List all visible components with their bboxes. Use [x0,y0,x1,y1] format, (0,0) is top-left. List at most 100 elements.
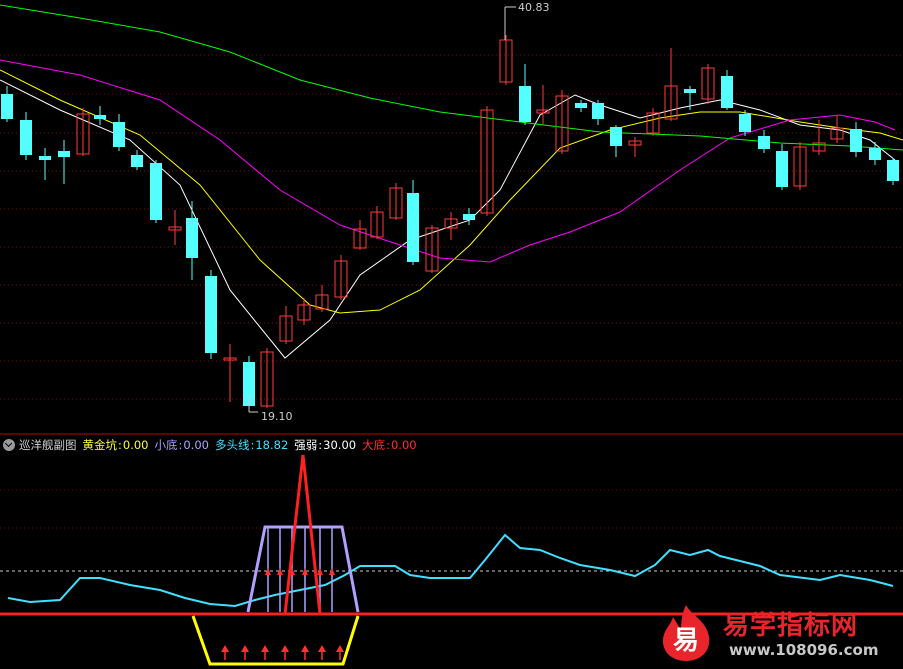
candle-body [94,115,106,119]
up-arrow-icon [301,645,309,652]
candle-body [869,148,881,160]
candle[interactable] [887,158,899,185]
indicator-name: 巡洋舰副图 [19,438,77,452]
candle[interactable] [353,220,367,250]
candle-body [850,129,862,152]
legend-item-value: 30.00 [323,438,357,452]
legend-item-label: 多头线 [214,438,250,452]
legend-item-label: 强弱 [294,438,318,452]
candle-body [1,94,13,119]
candle[interactable] [701,64,715,104]
kline-chart[interactable]: 40.83 19.10 [0,0,903,669]
up-arrow-icon [241,645,249,652]
high-price-label: 40.83 [518,1,550,14]
price-extreme-labels: 40.83 19.10 [248,1,550,423]
candle[interactable] [610,125,622,157]
candle-body [131,155,143,167]
candle[interactable] [168,210,182,245]
up-arrow-icon [329,568,335,575]
up-arrow-icon [261,645,269,652]
watermark-brand: 易学指标网 [723,611,859,641]
candle[interactable] [575,100,587,112]
candle[interactable] [334,255,348,300]
candle[interactable] [793,142,807,190]
candle[interactable] [425,225,439,273]
watermark-url: www.108096.com [729,641,879,659]
candle[interactable] [850,122,862,157]
candle[interactable] [205,270,217,359]
candle[interactable] [58,140,70,184]
watermark: 易 易学指标网 www.108096.com [657,603,897,665]
candle[interactable] [20,112,32,160]
candle[interactable] [407,180,419,265]
candle-body [739,114,751,132]
up-arrow-icon [317,568,323,575]
candle[interactable] [592,100,604,125]
candle-body [887,160,899,181]
chart-grid [0,54,903,572]
candle-body [758,136,770,149]
candle[interactable] [186,201,198,280]
candle-body [592,103,604,119]
candle[interactable] [113,114,125,151]
legend-item-label: 黄金坑 [82,438,118,452]
candle[interactable] [463,208,475,225]
svg-text:易: 易 [673,626,699,656]
moving-average-lines [0,4,903,359]
candle-body [519,86,531,122]
up-arrow-icon [281,645,289,652]
candle-body [684,89,696,93]
indicator-legend: 巡洋舰副图 黄金坑: 0.00 小底: 0.00 多头线: 18.82 强弱: … [0,436,418,454]
candle-body [58,151,70,157]
candle-body [407,193,419,262]
candle[interactable] [260,348,274,408]
candle-body [113,122,125,147]
candle[interactable] [499,35,513,85]
candle[interactable] [536,85,550,125]
candlesticks[interactable] [1,35,899,410]
low-price-label: 19.10 [261,410,293,423]
candle[interactable] [315,285,329,312]
legend-item-value: 18.82 [255,438,289,452]
candle-body [20,120,32,155]
candle[interactable] [646,108,660,136]
collapse-icon[interactable] [3,439,15,451]
candle[interactable] [279,306,293,344]
candle[interactable] [444,212,458,240]
ma-yellow-line [0,69,903,314]
small-bottom-shape [246,525,360,613]
candle-body [575,103,587,108]
up-arrow-icon [221,645,229,652]
candle-body [610,127,622,146]
candle-body [150,163,162,220]
candle-body [463,214,475,220]
candle[interactable] [776,144,788,190]
golden-pit-shape [191,615,360,666]
candle-body [205,276,217,353]
legend-item-label: 小底 [154,438,178,452]
candle[interactable] [721,70,733,110]
candle-body [776,151,788,187]
up-arrow-icon [318,645,326,652]
candle[interactable] [389,183,403,220]
candle-body [186,218,198,258]
ma-green-line [0,4,903,151]
legend-item-value: 0.00 [122,438,149,452]
candle[interactable] [628,137,642,157]
candle[interactable] [131,150,143,170]
candle[interactable] [519,64,531,125]
candle[interactable] [297,298,311,325]
candle[interactable] [76,108,90,156]
candle[interactable] [370,206,384,239]
candle[interactable] [150,160,162,223]
candle[interactable] [1,86,13,122]
flame-logo-icon: 易 [662,605,710,661]
candle-body [39,156,51,160]
up-arrow-icon [336,645,344,652]
candle[interactable] [39,148,51,180]
legend-item-label: 大底 [362,438,386,452]
candle[interactable] [664,48,678,121]
candle[interactable] [869,142,881,165]
candle[interactable] [223,344,237,402]
candle[interactable] [94,106,106,125]
